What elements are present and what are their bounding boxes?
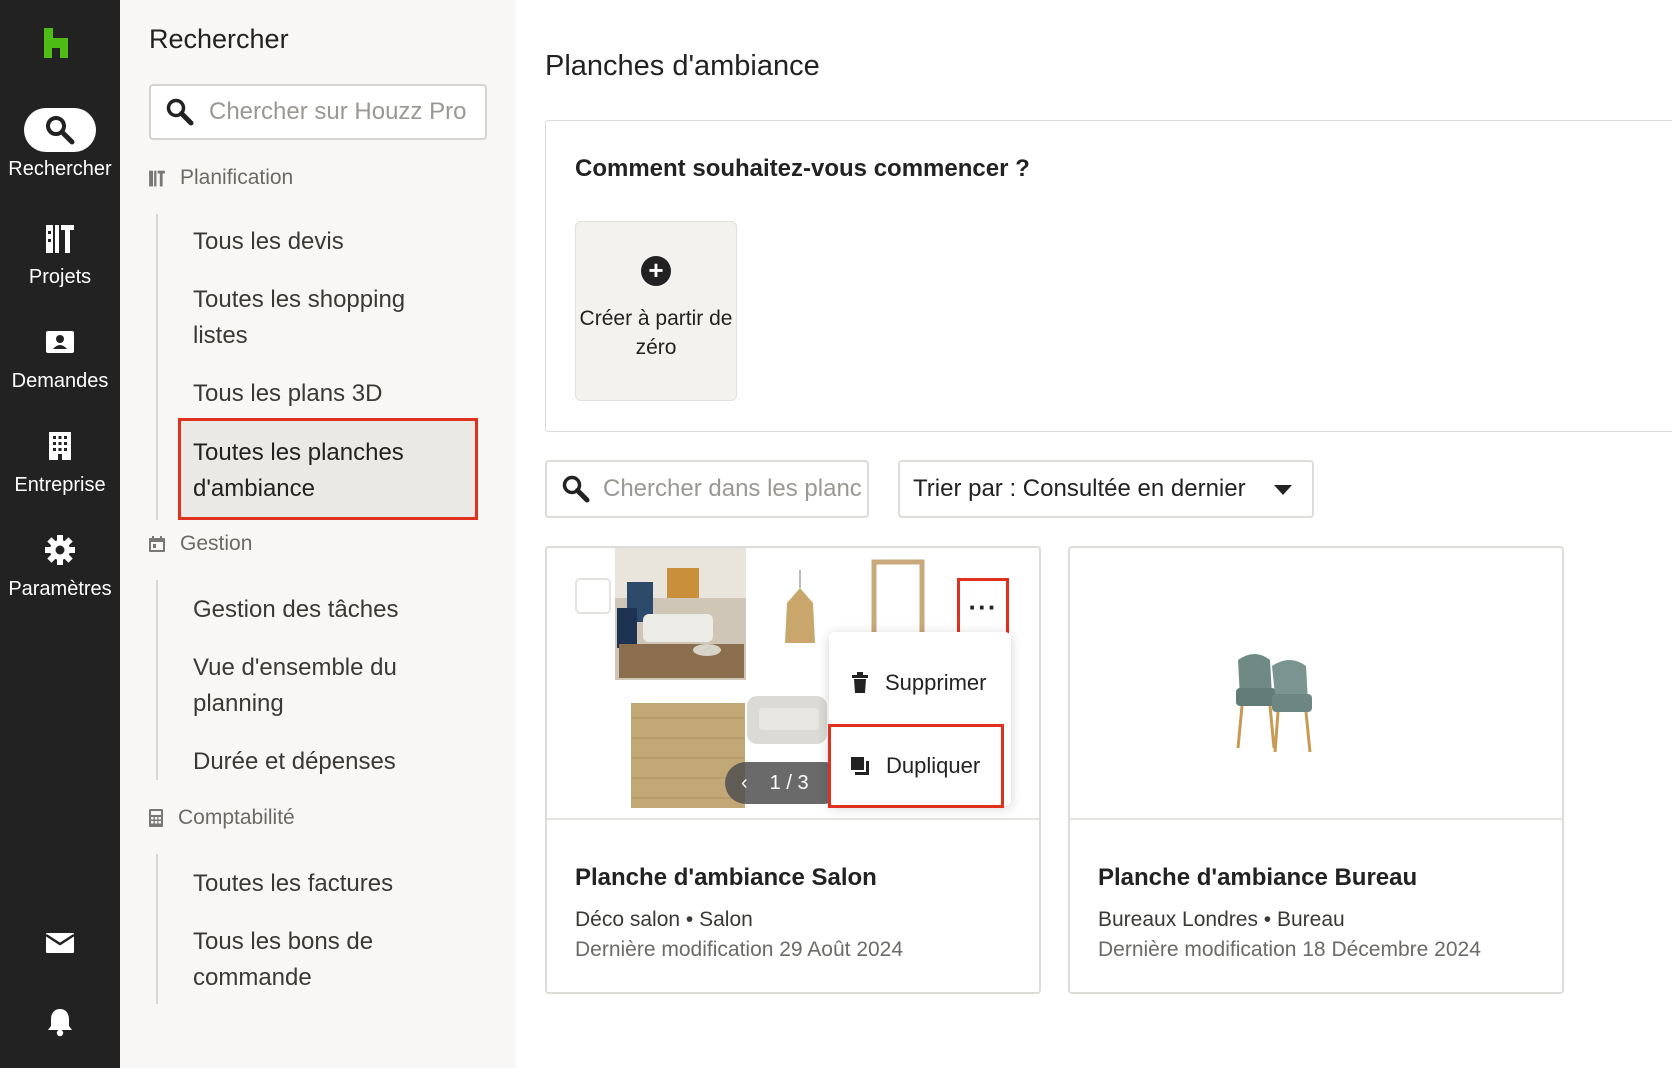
sort-label: Trier par : Consultée en dernier <box>913 475 1246 502</box>
card-project: Bureaux Londres <box>1098 908 1258 931</box>
chevron-left-icon[interactable]: ‹ <box>741 772 748 795</box>
app-window: Rechercher Projets Demandes Entreprise P <box>0 0 1672 1068</box>
rail-label-requests: Demandes <box>11 370 109 392</box>
group-header-accounting: Comptabilité <box>148 806 295 830</box>
board-search-input[interactable] <box>603 475 863 503</box>
building-icon <box>24 424 96 468</box>
rail-item-company[interactable]: Entreprise <box>0 424 120 497</box>
search-icon <box>166 98 194 126</box>
start-question: Comment souhaitez-vous commencer ? <box>575 155 1030 182</box>
rail-label-company: Entreprise <box>14 474 106 496</box>
card-modified: Dernière modification 29 Août 2024 <box>575 938 904 961</box>
card-room: Salon <box>699 908 753 931</box>
gear-icon <box>24 528 96 572</box>
more-options-button[interactable]: ··· <box>957 578 1009 636</box>
card-modified: Dernière modification 18 Décembre 2024 <box>1098 938 1481 961</box>
rail-label-search: Rechercher <box>8 158 112 180</box>
duplicate-menu-item[interactable]: Dupliquer <box>828 724 1004 808</box>
card-meta: Déco salon • Salon <box>575 908 753 932</box>
trash-icon <box>852 672 868 693</box>
group-header-label: Gestion <box>180 532 253 555</box>
nav-item-all-shopping-lists[interactable]: Toutes les shopping listes <box>193 282 433 354</box>
meta-separator: • <box>685 908 694 931</box>
sidebar-search-box <box>149 84 487 140</box>
mood-board-collage[interactable] <box>1070 548 1562 820</box>
nav-item-all-invoices[interactable]: Toutes les factures <box>193 866 433 902</box>
card-title[interactable]: Planche d'ambiance Bureau <box>1098 864 1417 892</box>
notifications-button[interactable] <box>0 1006 120 1038</box>
divider <box>156 580 158 780</box>
group-header-label: Comptabilité <box>178 806 295 829</box>
rail-item-settings[interactable]: Paramètres <box>0 528 120 601</box>
mail-icon <box>45 933 75 953</box>
image-pager[interactable]: ‹ 1 / 3 <box>725 762 845 804</box>
create-from-scratch-button[interactable]: + Créer à partir de zéro <box>575 221 737 401</box>
delete-menu-item[interactable]: Supprimer <box>829 652 1011 714</box>
delete-label: Supprimer <box>885 670 987 695</box>
caret-down-icon <box>1274 485 1292 495</box>
projects-icon <box>24 216 96 260</box>
collage-image <box>1236 654 1312 753</box>
sort-dropdown[interactable]: Trier par : Consultée en dernier <box>898 460 1314 518</box>
nav-item-time-expenses[interactable]: Durée et dépenses <box>193 744 433 780</box>
rail-item-projects[interactable]: Projets <box>0 216 120 289</box>
sidebar-title: Rechercher <box>149 24 289 54</box>
card-project: Déco salon <box>575 908 681 931</box>
card-room: Bureau <box>1277 908 1345 931</box>
select-checkbox[interactable] <box>575 578 611 614</box>
group-header-management: Gestion <box>148 532 252 556</box>
rail-item-search[interactable]: Rechercher <box>0 108 120 181</box>
rail-item-requests[interactable]: Demandes <box>0 320 120 393</box>
calculator-icon <box>149 809 163 827</box>
group-header-planning: Planification <box>148 166 293 190</box>
calendar-icon <box>149 536 165 552</box>
group-header-label: Planification <box>180 166 294 189</box>
meta-separator: • <box>1263 908 1272 931</box>
requests-icon <box>24 320 96 364</box>
board-search-box <box>545 460 869 518</box>
nav-item-all-purchase-orders[interactable]: Tous les bons de commande <box>193 924 433 996</box>
card-meta: Bureaux Londres • Bureau <box>1098 908 1345 932</box>
plus-circle-icon: + <box>641 256 671 286</box>
divider <box>156 214 158 520</box>
nav-item-all-mood-boards[interactable]: Toutes les planches d'ambiance <box>193 435 433 507</box>
search-icon <box>24 108 96 152</box>
nav-item-all-quotes[interactable]: Tous les devis <box>193 224 433 260</box>
houzz-logo[interactable] <box>40 26 72 60</box>
pager-count: 1 / 3 <box>769 771 809 794</box>
projects-icon <box>149 170 165 187</box>
bell-icon <box>48 1009 72 1037</box>
rail-label-settings: Paramètres <box>8 578 112 600</box>
secondary-sidebar: Rechercher Planification Tous les devis … <box>120 0 516 1068</box>
start-panel: Comment souhaitez-vous commencer ? + Cré… <box>545 120 1672 432</box>
create-from-scratch-label: Créer à partir de zéro <box>579 307 733 359</box>
card-title[interactable]: Planche d'ambiance Salon <box>575 864 877 892</box>
search-icon <box>562 475 590 503</box>
duplicate-label: Dupliquer <box>886 753 981 778</box>
nav-item-schedule-overview[interactable]: Vue d'ensemble du planning <box>193 650 433 722</box>
sidebar-search-input[interactable] <box>209 98 479 126</box>
nav-item-selected-highlight[interactable]: Toutes les planches d'ambiance <box>178 418 478 520</box>
copy-icon <box>851 757 869 775</box>
messages-button[interactable] <box>0 930 120 956</box>
left-rail: Rechercher Projets Demandes Entreprise P <box>0 0 120 1068</box>
nav-item-all-3d-plans[interactable]: Tous les plans 3D <box>193 376 433 412</box>
nav-item-task-management[interactable]: Gestion des tâches <box>193 592 433 628</box>
mood-board-card[interactable]: Planche d'ambiance Bureau Bureaux Londre… <box>1068 546 1564 994</box>
card-context-menu: Supprimer Dupliquer <box>828 632 1011 808</box>
divider <box>156 854 158 1004</box>
page-title: Planches d'ambiance <box>545 50 820 82</box>
rail-label-projects: Projets <box>28 266 92 288</box>
